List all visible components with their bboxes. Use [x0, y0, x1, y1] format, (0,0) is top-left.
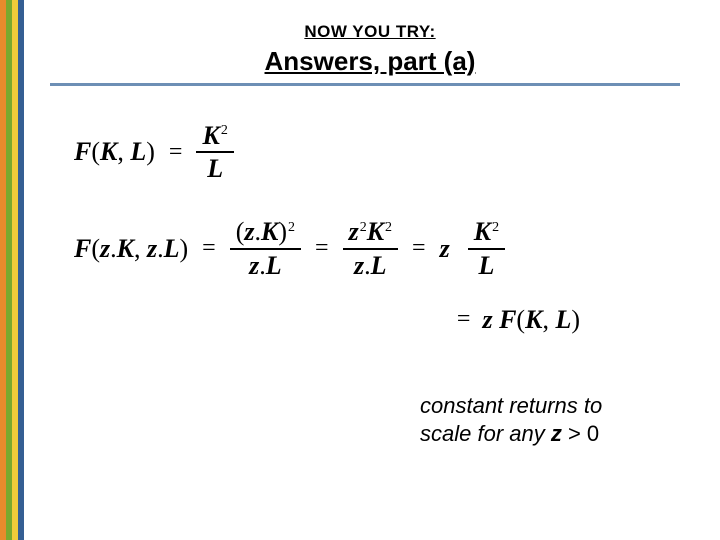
conclusion-text: constant returns to scale for any z > 0: [420, 392, 700, 447]
caption-z: z: [551, 421, 562, 446]
rhs-zFKL: z F(K, L): [482, 305, 580, 335]
slide-title: Answers, part (a): [40, 46, 700, 77]
equals-sign: =: [457, 306, 471, 333]
title-underline-bar: [50, 83, 680, 86]
fraction-zK2-over-zL: (z.K)2 z.L: [230, 216, 301, 280]
equation-row-2: F(z.K, z.L) = (z.K)2 z.L = z2K2 z.L = z …: [74, 216, 700, 280]
slide-content: NOW YOU TRY: Answers, part (a) F(K, L) =…: [40, 0, 700, 540]
caption-gt0: > 0: [562, 421, 599, 446]
equals-sign: =: [412, 235, 426, 262]
eyebrow-text: NOW YOU TRY:: [40, 22, 700, 42]
coef-z: z: [440, 234, 450, 264]
equals-sign: =: [202, 235, 216, 262]
fraction-K2-over-L: K2 L: [196, 120, 233, 184]
lhs-FKL: F(K, L): [74, 137, 155, 167]
equals-sign: =: [169, 139, 183, 166]
accent-stripe-blue: [18, 0, 24, 540]
equals-sign: =: [315, 235, 329, 262]
equation-row-3: = z F(K, L): [74, 305, 700, 335]
fraction-K2-over-L-final: K2 L: [468, 216, 505, 280]
equation-row-1: F(K, L) = K2 L: [74, 120, 700, 184]
lhs-FzKzL: F(z.K, z.L): [74, 234, 188, 264]
caption-line1: constant returns to: [420, 393, 602, 418]
caption-line2-prefix: scale for any: [420, 421, 551, 446]
math-body: F(K, L) = K2 L F(z.K, z.L) = (z.K)2 z.L …: [74, 120, 700, 335]
fraction-z2K2-over-zL: z2K2 z.L: [343, 216, 398, 280]
slide-header: NOW YOU TRY: Answers, part (a): [40, 0, 700, 86]
